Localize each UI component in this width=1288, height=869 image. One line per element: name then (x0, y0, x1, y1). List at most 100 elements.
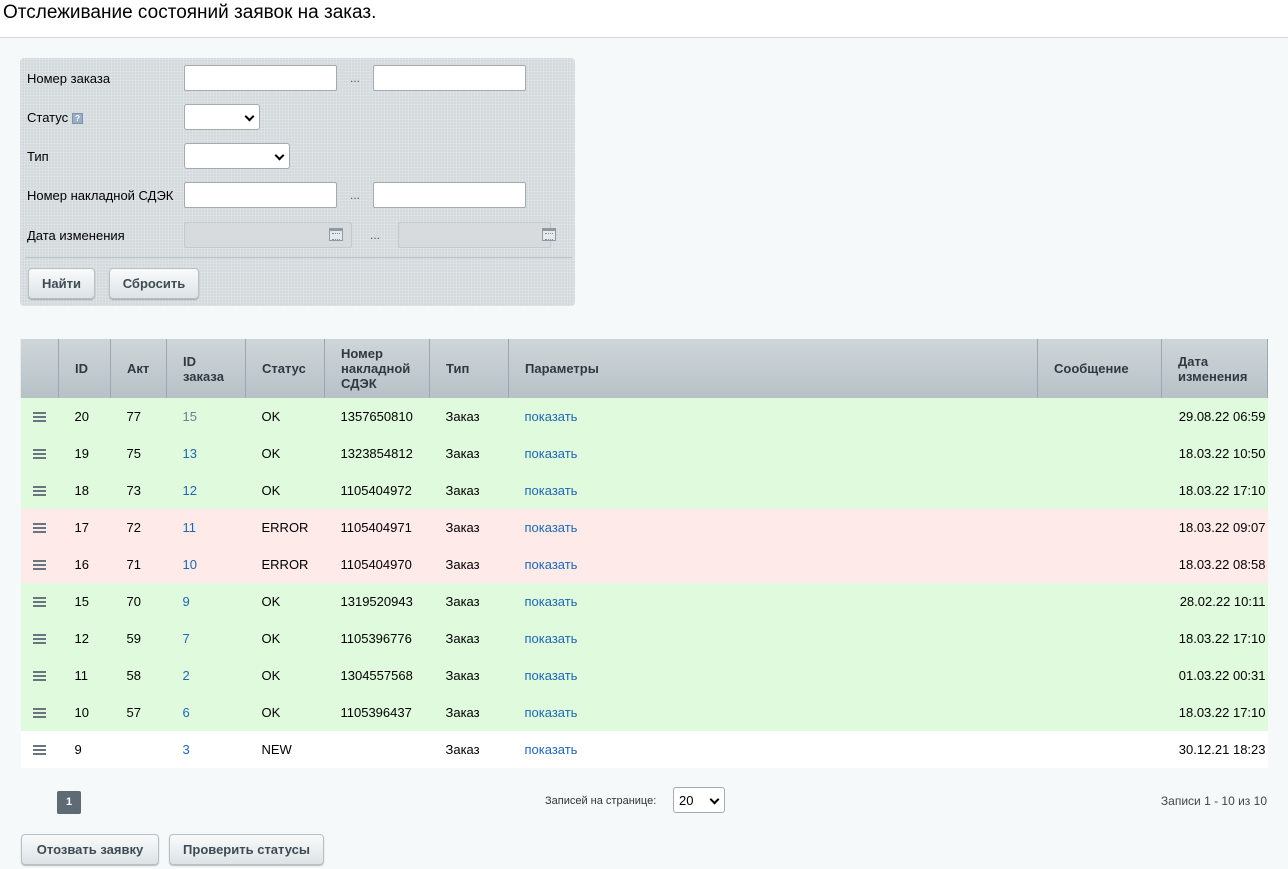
revoke-request-button[interactable]: Отозвать заявку (21, 834, 159, 865)
table-row[interactable]: 19 75 13 OK 1323854812 Заказ показать 18.03.22 … (20, 435, 1268, 472)
table-row[interactable]: 10 57 6 OK 1105396437 Заказ показать 18.03.22 1… (20, 694, 1268, 731)
table-row[interactable]: 9 3 NEW Заказ показать 30.12.21 18:23 (20, 731, 1268, 768)
order-id-link[interactable]: 15 (183, 409, 197, 424)
help-icon[interactable]: ? (72, 113, 84, 124)
row-menu-cell[interactable] (20, 546, 59, 583)
calendar-icon[interactable] (542, 228, 556, 241)
table-row[interactable]: 12 59 7 OK 1105396776 Заказ показать 18.03.22 1… (20, 620, 1268, 657)
row-menu-cell[interactable] (20, 509, 59, 546)
show-params-link[interactable]: показать (525, 483, 578, 498)
column-header-id[interactable]: ID (58, 339, 111, 398)
cell-date: 01.03.22 00:31 (1161, 657, 1268, 694)
cell-type: Заказ (429, 620, 509, 657)
row-menu-cell[interactable] (20, 731, 59, 768)
cell-order-id: 13 (166, 435, 246, 472)
column-header-type[interactable]: Тип (429, 339, 509, 398)
show-params-link[interactable]: показать (525, 668, 578, 683)
order-number-label: Номер заказа (27, 71, 111, 86)
cell-status: OK (245, 694, 325, 731)
hamburger-menu-icon[interactable] (32, 669, 46, 683)
cell-act: 72 (110, 509, 167, 546)
table-row[interactable]: 17 72 11 ERROR 1105404971 Заказ показать 18.03.… (20, 509, 1268, 546)
show-params-link[interactable]: показать (525, 409, 578, 424)
date-changed-label: Дата изменения (27, 228, 125, 243)
hamburger-menu-icon[interactable] (32, 558, 46, 572)
cdek-waybill-from-input[interactable] (184, 182, 337, 208)
cell-date: 18.03.22 08:58 (1161, 546, 1268, 583)
row-menu-cell[interactable] (20, 620, 59, 657)
date-from-input[interactable] (184, 222, 352, 248)
cell-date: 18.03.22 17:10 (1161, 472, 1268, 509)
type-label: Тип (27, 149, 49, 164)
order-id-link[interactable]: 13 (183, 446, 197, 461)
row-menu-cell[interactable] (20, 583, 59, 620)
column-header-waybill[interactable]: Номер накладной СДЭК (324, 339, 430, 398)
table-row[interactable]: 15 70 9 OK 1319520943 Заказ показать 28.02.22 1… (20, 583, 1268, 620)
cell-waybill: 1105396776 (324, 620, 430, 657)
cell-message (1037, 472, 1162, 509)
order-id-link[interactable]: 6 (183, 705, 190, 720)
row-menu-cell[interactable] (20, 694, 59, 731)
hamburger-menu-icon[interactable] (32, 410, 46, 424)
date-to-input[interactable] (398, 222, 551, 248)
status-select[interactable] (184, 104, 260, 130)
order-number-from-input[interactable] (184, 65, 337, 91)
hamburger-menu-icon[interactable] (32, 484, 46, 498)
order-id-link[interactable]: 3 (183, 742, 190, 757)
per-page-select[interactable]: 20 (673, 787, 725, 813)
column-header-act[interactable]: Акт (110, 339, 167, 398)
calendar-icon[interactable] (329, 228, 343, 241)
show-params-link[interactable]: показать (525, 594, 578, 609)
cell-id: 16 (58, 546, 111, 583)
column-header-order-id[interactable]: ID заказа (166, 339, 246, 398)
column-header-params[interactable]: Параметры (508, 339, 1038, 398)
table-row[interactable]: 11 58 2 OK 1304557568 Заказ показать 01.03.22 0… (20, 657, 1268, 694)
cell-act: 75 (110, 435, 167, 472)
order-id-link[interactable]: 2 (183, 668, 190, 683)
hamburger-menu-icon[interactable] (32, 595, 46, 609)
order-id-link[interactable]: 10 (183, 557, 197, 572)
show-params-link[interactable]: показать (525, 446, 578, 461)
order-id-link[interactable]: 9 (183, 594, 190, 609)
type-select[interactable] (184, 143, 290, 169)
show-params-link[interactable]: показать (525, 742, 578, 757)
hamburger-menu-icon[interactable] (32, 743, 46, 757)
check-statuses-button[interactable]: Проверить статусы (169, 834, 324, 865)
order-id-link[interactable]: 11 (183, 520, 197, 535)
reset-button[interactable]: Сбросить (109, 268, 199, 299)
show-params-link[interactable]: показать (525, 631, 578, 646)
cell-id: 20 (58, 398, 111, 435)
hamburger-menu-icon[interactable] (32, 706, 46, 720)
cell-waybill: 1304557568 (324, 657, 430, 694)
column-header-status[interactable]: Статус (245, 339, 325, 398)
chevron-down-icon (709, 794, 720, 805)
cell-id: 17 (58, 509, 111, 546)
show-params-link[interactable]: показать (525, 705, 578, 720)
cell-order-id: 15 (166, 398, 246, 435)
pagination-current-page[interactable]: 1 (57, 791, 81, 814)
row-menu-cell[interactable] (20, 435, 59, 472)
cell-params: показать (508, 620, 1038, 657)
hamburger-menu-icon[interactable] (32, 521, 46, 535)
cdek-waybill-to-input[interactable] (373, 182, 526, 208)
row-menu-cell[interactable] (20, 472, 59, 509)
table-row[interactable]: 18 73 12 OK 1105404972 Заказ показать 18.03.22 … (20, 472, 1268, 509)
cell-waybill (324, 731, 430, 768)
cell-act: 71 (110, 546, 167, 583)
show-params-link[interactable]: показать (525, 520, 578, 535)
table-row[interactable]: 20 77 15 OK 1357650810 Заказ показать 29.08.22 … (20, 398, 1268, 435)
order-number-to-input[interactable] (373, 65, 526, 91)
row-menu-cell[interactable] (20, 657, 59, 694)
table-row[interactable]: 16 71 10 ERROR 1105404970 Заказ показать 18.03.… (20, 546, 1268, 583)
order-id-link[interactable]: 7 (183, 631, 190, 646)
column-header-menu (20, 339, 59, 398)
show-params-link[interactable]: показать (525, 557, 578, 572)
row-menu-cell[interactable] (20, 398, 59, 435)
order-id-link[interactable]: 12 (183, 483, 197, 498)
hamburger-menu-icon[interactable] (32, 632, 46, 646)
hamburger-menu-icon[interactable] (32, 447, 46, 461)
column-header-message[interactable]: Сообщение (1037, 339, 1162, 398)
cell-waybill: 1319520943 (324, 583, 430, 620)
find-button[interactable]: Найти (28, 268, 95, 299)
column-header-date[interactable]: Дата изменения (1161, 339, 1268, 398)
